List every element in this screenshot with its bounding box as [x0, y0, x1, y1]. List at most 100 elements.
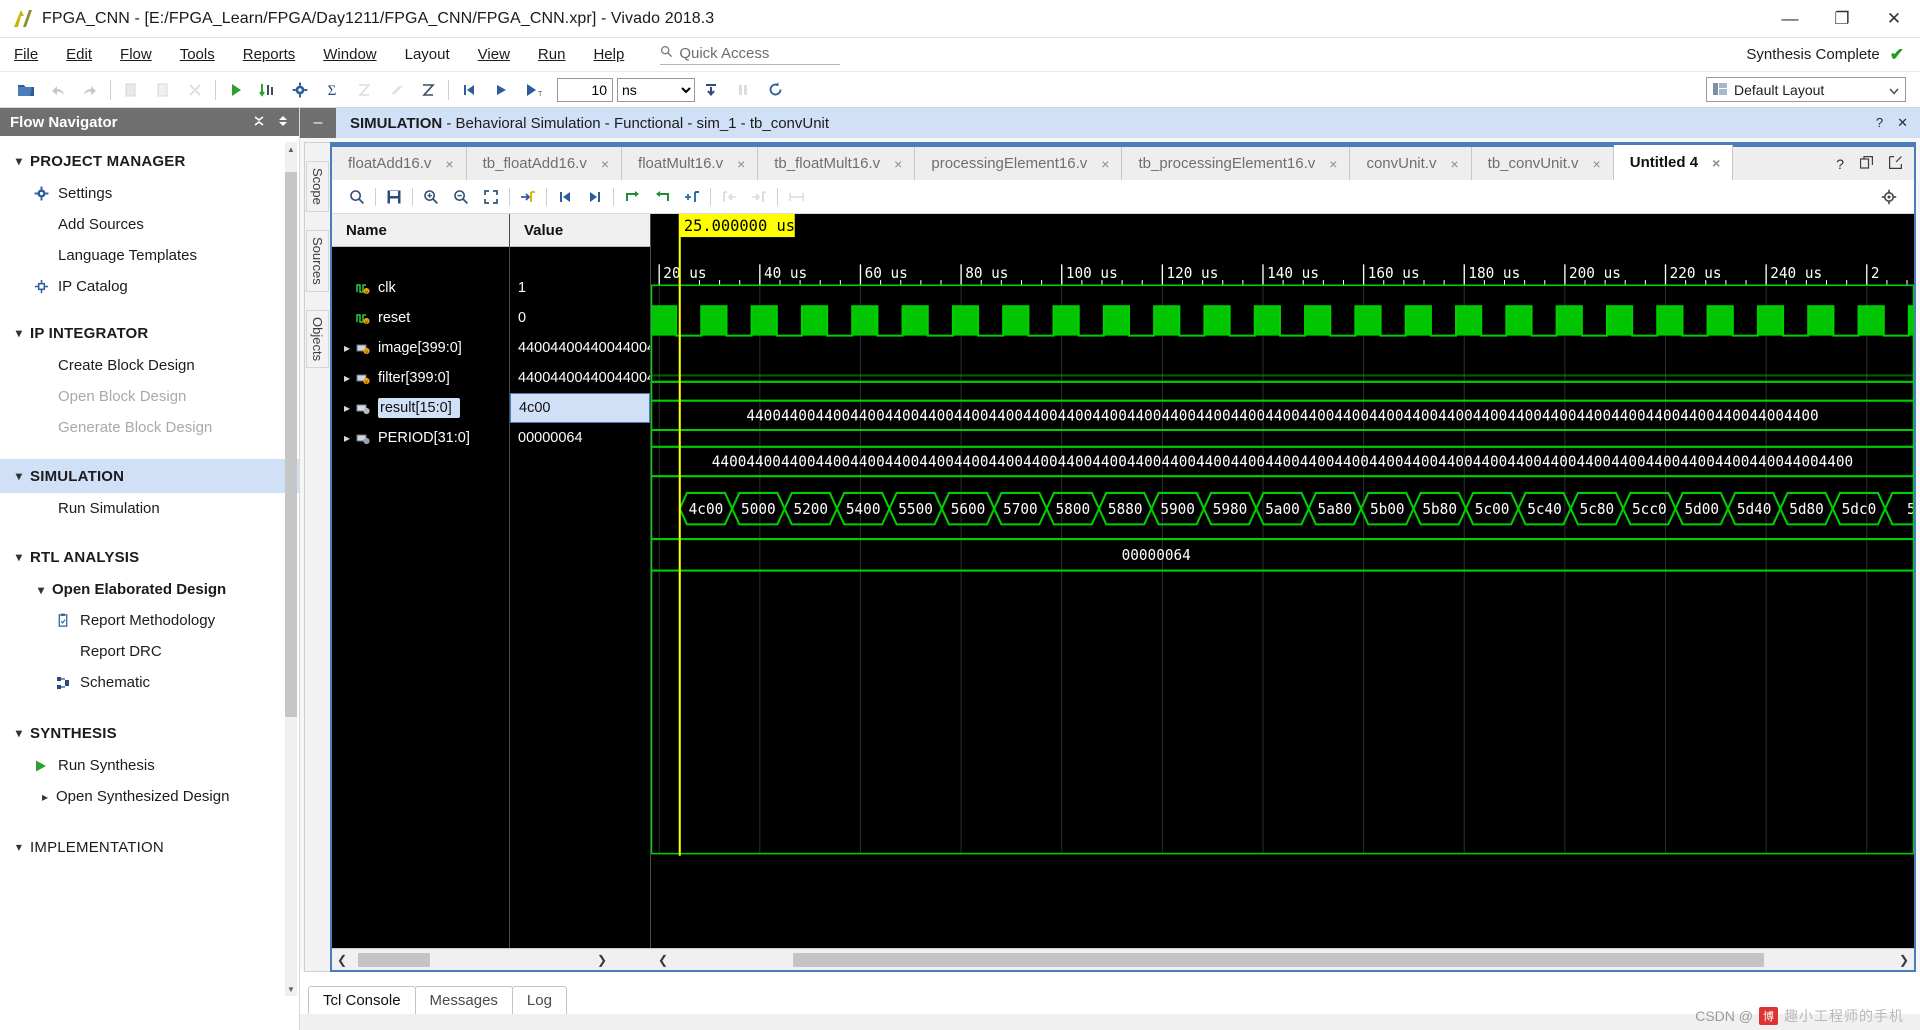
flow-section-rtl-analysis[interactable]: ▾ RTL ANALYSIS [0, 540, 299, 574]
delete-icon[interactable] [179, 75, 211, 105]
flow-section-synthesis[interactable]: ▾ SYNTHESIS [0, 716, 299, 750]
tab-tb-convunit[interactable]: tb_convUnit.v × [1471, 147, 1614, 180]
measure-icon[interactable] [781, 183, 811, 211]
menu-tools[interactable]: Tools [166, 42, 229, 67]
tab-floatmult16[interactable]: floatMult16.v × [622, 147, 759, 180]
waveform-settings-gear-icon[interactable] [1874, 183, 1904, 211]
menu-file[interactable]: File [0, 42, 52, 67]
report-power-icon[interactable] [380, 75, 412, 105]
signal-row-reset[interactable]: v reset [332, 303, 509, 333]
collapse-panel-button[interactable]: – [300, 108, 336, 138]
close-button[interactable]: ✕ [1868, 0, 1920, 38]
tab-log[interactable]: Log [511, 986, 567, 1014]
tab-tb-processingelement16[interactable]: tb_processingElement16.v × [1122, 147, 1351, 180]
report-noise-icon[interactable] [412, 75, 444, 105]
sidebar-item-run-synthesis[interactable]: Run Synthesis [0, 750, 299, 781]
tab-sources[interactable]: Sources [306, 229, 329, 292]
search-icon[interactable] [342, 183, 372, 211]
tab-processingelement16[interactable]: processingElement16.v × [915, 147, 1123, 180]
tab-messages[interactable]: Messages [414, 986, 513, 1014]
sidebar-item-schematic[interactable]: Schematic [0, 667, 299, 698]
signal-row-clk[interactable]: v clk [332, 273, 509, 303]
scroll-right-icon[interactable]: ❯ [1894, 953, 1914, 967]
sigma-icon[interactable]: Σ [316, 75, 348, 105]
waveform-canvas[interactable]: 25.000000 us 20 us 40 us 60 us 80 us 100 us 12… [651, 214, 1914, 948]
sidebar-item-report-drc[interactable]: Report DRC [0, 636, 299, 667]
sidebar-item-create-block-design[interactable]: Create Block Design [0, 350, 299, 381]
sidebar-item-run-simulation[interactable]: Run Simulation [0, 493, 299, 524]
menu-edit[interactable]: Edit [52, 42, 106, 67]
flow-navigator-scrollbar[interactable]: ▲ ▼ [285, 142, 297, 996]
sidebar-item-open-elaborated-design[interactable]: ▾ Open Elaborated Design [0, 574, 299, 605]
quick-access-search[interactable]: Quick Access [660, 45, 841, 65]
run-for-time-icon[interactable]: T [517, 75, 549, 105]
close-icon[interactable]: × [1101, 156, 1109, 172]
tab-untitled-4[interactable]: Untitled 4 × [1613, 145, 1734, 180]
goto-marker-icon[interactable] [513, 183, 543, 211]
redo-icon[interactable] [74, 75, 106, 105]
signal-row-result[interactable]: ▸ result[15:0] [332, 393, 509, 423]
close-icon[interactable]: × [1712, 155, 1720, 171]
scroll-right-icon[interactable]: ❯ [592, 953, 612, 967]
tab-tb-floatadd16[interactable]: tb_floatAdd16.v × [466, 147, 623, 180]
flow-section-implementation[interactable]: ▾ IMPLEMENTATION [0, 830, 299, 864]
tab-floatadd16[interactable]: floatAdd16.v × [332, 147, 467, 180]
help-icon[interactable]: ? [1836, 156, 1844, 172]
sidebar-item-ip-catalog[interactable]: IP Catalog [0, 271, 299, 302]
signal-row-image[interactable]: ▸ v image[399:0] [332, 333, 509, 363]
scrollbar-track[interactable] [673, 952, 1894, 967]
waveform-scrollbar[interactable]: ❮ ❯ [653, 949, 1914, 971]
maximize-pane-icon[interactable] [1889, 155, 1902, 172]
time-unit-select[interactable]: ns [617, 77, 695, 102]
tab-objects[interactable]: Objects [306, 309, 329, 368]
close-icon[interactable]: × [601, 156, 609, 172]
add-marker-icon[interactable] [677, 183, 707, 211]
previous-cursor-icon[interactable] [714, 183, 744, 211]
close-icon[interactable]: × [1450, 156, 1458, 172]
expand-arrow-icon[interactable]: ▸ [338, 341, 356, 355]
float-window-icon[interactable] [1859, 155, 1873, 172]
expand-all-icon[interactable] [277, 115, 289, 130]
restart-to-icon[interactable] [695, 75, 727, 105]
scrollbar-thumb[interactable] [358, 952, 430, 967]
menu-flow[interactable]: Flow [106, 42, 166, 67]
menu-window[interactable]: Window [309, 42, 390, 67]
sidebar-item-open-synthesized-design[interactable]: ▸ Open Synthesized Design [0, 781, 299, 812]
expand-arrow-icon[interactable]: ▸ [338, 431, 356, 445]
tab-tb-floatmult16[interactable]: tb_floatMult16.v × [758, 147, 916, 180]
paste-icon[interactable] [147, 75, 179, 105]
expand-arrow-icon[interactable]: ▸ [338, 371, 356, 385]
run-icon[interactable] [220, 75, 252, 105]
menu-view[interactable]: View [464, 42, 524, 67]
close-icon[interactable]: ✕ [1897, 115, 1908, 131]
settings-gear-icon[interactable] [284, 75, 316, 105]
save-icon[interactable] [379, 183, 409, 211]
next-transition-icon[interactable] [580, 183, 610, 211]
next-marker-icon[interactable] [647, 183, 677, 211]
close-icon[interactable]: × [894, 156, 902, 172]
sidebar-item-add-sources[interactable]: Add Sources [0, 209, 299, 240]
scrollbar-thumb[interactable] [793, 952, 1764, 967]
flow-section-project-manager[interactable]: ▾ PROJECT MANAGER [0, 144, 299, 178]
tab-convunit[interactable]: convUnit.v × [1350, 147, 1472, 180]
scroll-left-icon[interactable]: ❮ [653, 953, 673, 967]
menu-run[interactable]: Run [524, 42, 580, 67]
maximize-button[interactable]: ❐ [1816, 0, 1868, 38]
menu-help[interactable]: Help [579, 42, 638, 67]
close-icon[interactable]: × [737, 156, 745, 172]
sidebar-item-language-templates[interactable]: Language Templates [0, 240, 299, 271]
zoom-in-icon[interactable] [416, 183, 446, 211]
collapse-all-icon[interactable] [253, 115, 265, 130]
undo-icon[interactable] [42, 75, 74, 105]
report-timing-icon[interactable] [348, 75, 380, 105]
tab-scope[interactable]: Scope [306, 161, 329, 212]
menu-reports[interactable]: Reports [229, 42, 310, 67]
flow-section-simulation[interactable]: ▾ SIMULATION [0, 459, 299, 493]
run-all-icon[interactable] [485, 75, 517, 105]
zoom-fit-icon[interactable] [476, 183, 506, 211]
open-project-icon[interactable] [10, 75, 42, 105]
zoom-out-icon[interactable] [446, 183, 476, 211]
go-to-start-icon[interactable] [453, 75, 485, 105]
previous-transition-icon[interactable] [550, 183, 580, 211]
copy-icon[interactable] [115, 75, 147, 105]
